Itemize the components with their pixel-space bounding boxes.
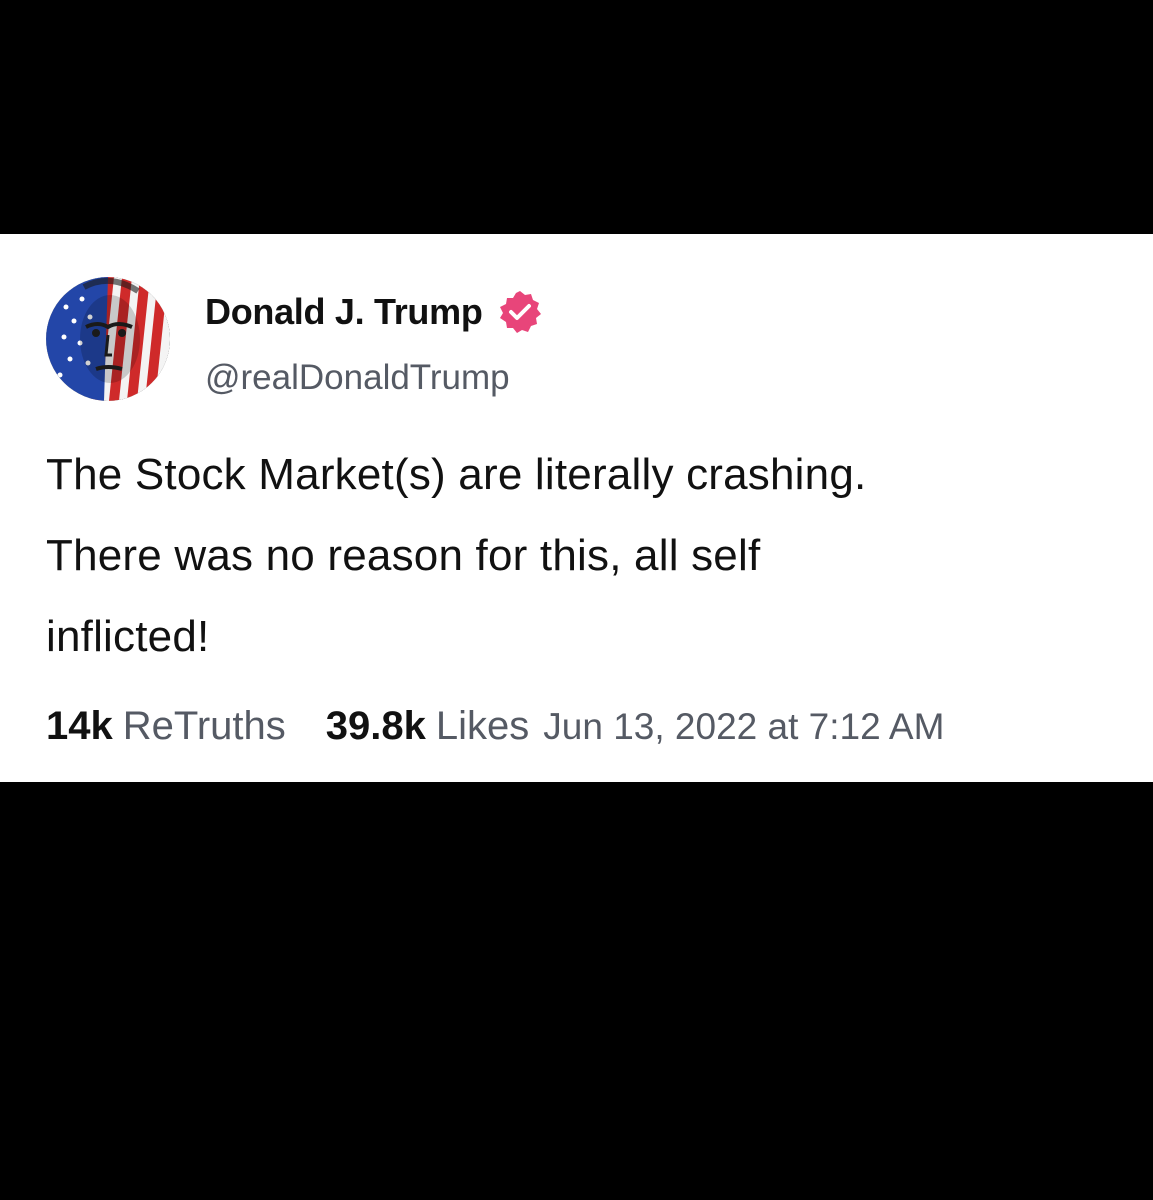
screenshot-frame: Donald J. Trump @realDonaldTrump The Sto… — [0, 0, 1153, 1200]
post-timestamp[interactable]: Jun 13, 2022 at 7:12 AM — [543, 706, 944, 748]
post-body-line: The Stock Market(s) are literally crashi… — [46, 450, 867, 499]
author-handle[interactable]: @realDonaldTrump — [205, 358, 510, 398]
likes-label: Likes — [435, 704, 530, 748]
likes-count: 39.8k — [325, 704, 426, 748]
post-stats: 14k ReTruths 39.8k Likes Jun 13, 2022 at 7… — [46, 704, 944, 752]
post-body: The Stock Market(s) are literally crashi… — [46, 434, 1116, 677]
avatar[interactable] — [46, 277, 170, 401]
post-body-line: There was no reason for this, all self — [46, 531, 761, 580]
author-name-row[interactable]: Donald J. Trump — [205, 290, 543, 334]
verified-badge-icon — [497, 289, 543, 335]
post-body-line: inflicted! — [46, 612, 210, 661]
post-card[interactable]: Donald J. Trump @realDonaldTrump The Sto… — [0, 234, 1153, 782]
retruths-label: ReTruths — [122, 704, 286, 748]
retruths-stat[interactable]: 14k ReTruths — [46, 704, 286, 749]
likes-stat[interactable]: 39.8k Likes — [326, 704, 530, 749]
author-display-name[interactable]: Donald J. Trump — [205, 291, 483, 333]
flag-painted-face-avatar-icon — [46, 277, 170, 401]
retruths-count: 14k — [46, 704, 113, 748]
